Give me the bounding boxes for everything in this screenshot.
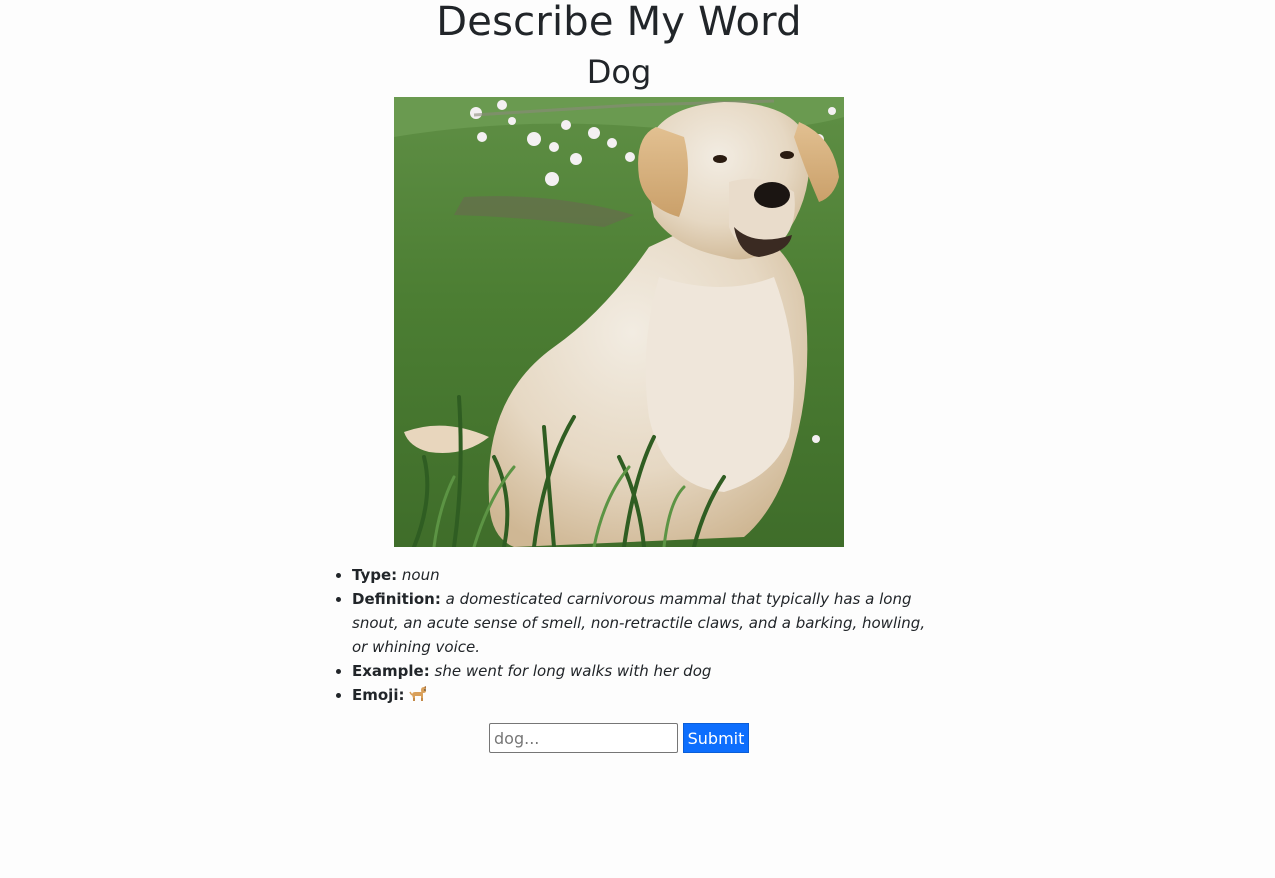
example-value: she went for long walks with her dog [434,662,712,680]
list-item-emoji: Emoji: [352,683,942,707]
type-value: noun [401,566,440,584]
example-label: Example: [352,662,430,680]
list-item-example: Example: she went for long walks with he… [352,659,942,683]
page-title: Describe My Word [436,0,802,45]
word-input[interactable] [489,723,678,753]
dog-photo [394,97,844,547]
word-details-list: Type: noun Definition: a domesticated ca… [334,563,942,707]
list-item-type: Type: noun [352,563,942,587]
dog-emoji-icon [409,685,427,701]
word-form: Submit [489,723,749,753]
emoji-label: Emoji: [352,686,405,704]
word-title: Dog [586,53,652,91]
list-item-definition: Definition: a domesticated carnivorous m… [352,587,942,659]
type-label: Type: [352,566,398,584]
page: Describe My Word Dog • Type: noun • Defi… [0,0,1275,878]
submit-button[interactable]: Submit [683,723,749,753]
definition-label: Definition: [352,590,441,608]
